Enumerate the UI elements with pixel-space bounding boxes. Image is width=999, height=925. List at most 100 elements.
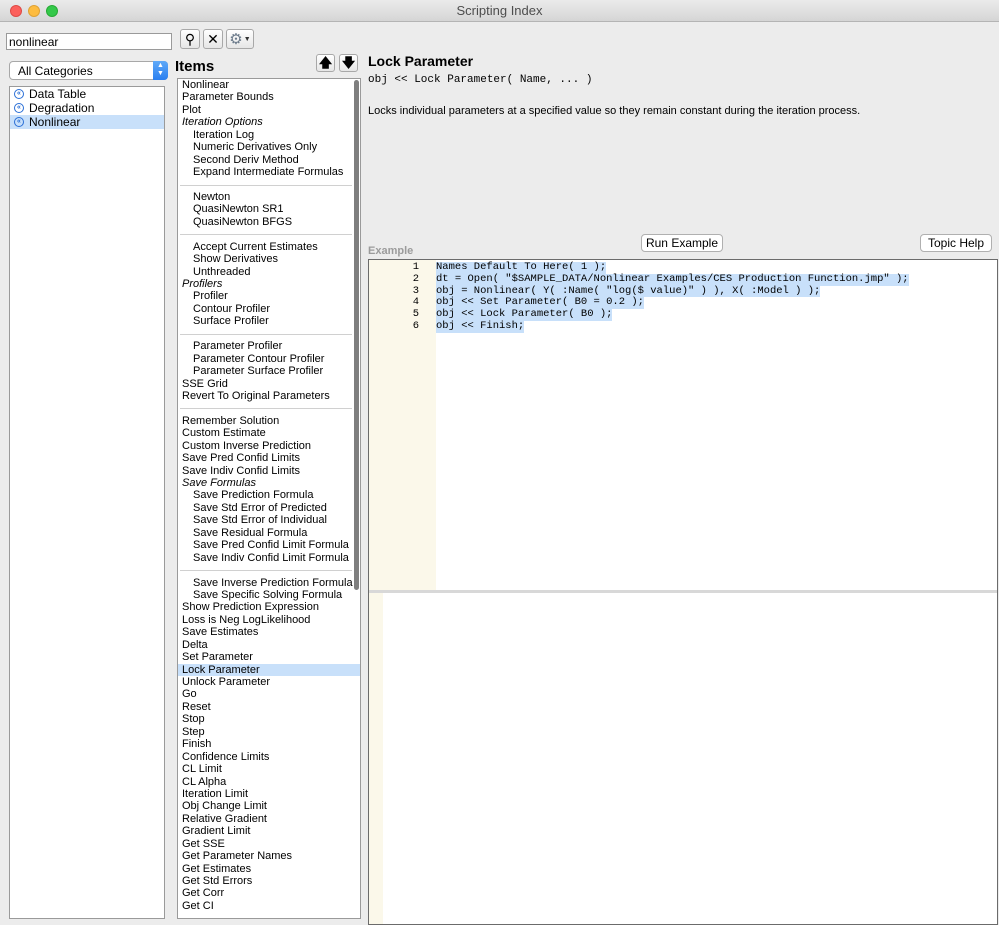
list-item[interactable]: Numeric Derivatives Only [178, 141, 360, 153]
list-item[interactable]: Set Parameter [178, 651, 360, 663]
list-item[interactable]: Relative Gradient [178, 813, 360, 825]
items-list[interactable]: Nonlinear Parameter Bounds Plot Iteration O… [177, 78, 361, 919]
list-item[interactable]: Step [178, 726, 360, 738]
list-item[interactable]: Obj Change Limit [178, 800, 360, 812]
list-item[interactable]: QuasiNewton SR1 [178, 203, 360, 215]
list-item[interactable]: Newton [178, 191, 360, 203]
topic-help-button[interactable]: Topic Help [920, 234, 992, 252]
list-item[interactable]: Parameter Profiler [178, 340, 360, 352]
list-item[interactable]: Get Estimates [178, 863, 360, 875]
topic-description: Locks individual parameters at a specifi… [368, 105, 861, 117]
list-item[interactable]: Save Std Error of Predicted [178, 502, 360, 514]
list-item[interactable]: SSE Grid [178, 378, 360, 390]
search-button[interactable]: ⚲ [180, 29, 200, 49]
list-item[interactable]: Save Residual Formula [178, 527, 360, 539]
list-item[interactable]: Confidence Limits [178, 751, 360, 763]
list-item[interactable]: Save Prediction Formula [178, 489, 360, 501]
category-item-label: Degradation [29, 101, 95, 115]
list-item[interactable]: Get Std Errors [178, 875, 360, 887]
list-group-header: Iteration Options [182, 116, 263, 129]
line-number: 1 [412, 261, 419, 273]
line-number: 2 [412, 272, 419, 285]
list-item[interactable]: Surface Profiler [178, 315, 360, 327]
line-number: 5 [412, 308, 419, 321]
list-item[interactable]: QuasiNewton BFGS [178, 216, 360, 228]
list-item[interactable]: Save Pred Confid Limits [178, 452, 360, 464]
category-item-label: Nonlinear [29, 115, 81, 129]
collapse-icon: « [14, 89, 24, 99]
move-up-button[interactable]: 🡅 [316, 54, 335, 72]
list-item[interactable]: Save Std Error of Individual [178, 514, 360, 526]
list-item[interactable]: CL Limit [178, 763, 360, 775]
list-item[interactable]: Iteration Limit [178, 788, 360, 800]
example-label: Example [368, 245, 414, 257]
run-example-button[interactable]: Run Example [641, 234, 723, 252]
gear-icon: ⚙ [229, 31, 243, 48]
list-item[interactable]: Get Corr [178, 887, 360, 899]
list-item[interactable]: Second Deriv Method [178, 154, 360, 166]
list-item[interactable]: Iteration Log [178, 129, 360, 141]
category-item-label: Data Table [29, 87, 87, 101]
items-heading: Items [175, 58, 215, 75]
list-item[interactable]: Parameter Surface Profiler [178, 365, 360, 377]
clear-search-button[interactable]: ✕ [203, 29, 223, 49]
list-item[interactable]: Save Indiv Confid Limit Formula [178, 552, 360, 564]
options-menu-button[interactable]: ⚙ ▼ [226, 29, 254, 49]
code-text: obj << Finish; [436, 320, 525, 333]
list-item[interactable]: Show Derivatives [178, 253, 360, 265]
list-separator [178, 564, 360, 576]
title-bar: Scripting Index [0, 0, 999, 22]
category-item-degradation[interactable]: « Degradation [10, 101, 164, 115]
list-item[interactable]: Accept Current Estimates [178, 241, 360, 253]
list-item[interactable]: Save Estimates [178, 626, 360, 638]
search-input[interactable] [6, 33, 172, 50]
collapse-icon: « [14, 117, 24, 127]
list-item[interactable]: Get Parameter Names [178, 850, 360, 862]
output-pane[interactable] [368, 593, 998, 925]
list-item[interactable]: Revert To Original Parameters [178, 390, 360, 402]
list-item[interactable]: Unlock Parameter [178, 676, 360, 688]
list-item[interactable]: Reset [178, 701, 360, 713]
items-scrollbar[interactable] [354, 80, 359, 590]
arrow-up-icon: 🡅 [318, 55, 333, 70]
list-item[interactable]: Get CI [178, 900, 360, 912]
list-item[interactable]: CL Alpha [178, 776, 360, 788]
list-item[interactable]: Custom Inverse Prediction [178, 440, 360, 452]
category-item-data-table[interactable]: « Data Table [10, 87, 164, 101]
list-item[interactable]: Nonlinear [178, 79, 360, 91]
code-text: dt = Open( "$SAMPLE_DATA/Nonlinear Examp… [436, 272, 909, 286]
list-item[interactable]: Lock Parameter [178, 663, 360, 676]
chevron-down-icon: ▼ [243, 35, 251, 43]
list-item[interactable]: Parameter Contour Profiler [178, 353, 360, 365]
list-item[interactable]: Get SSE [178, 838, 360, 850]
line-number: 3 [412, 284, 419, 297]
list-item[interactable]: Finish [178, 738, 360, 750]
list-item[interactable]: Save Pred Confid Limit Formula [178, 539, 360, 551]
list-item[interactable]: Save Specific Solving Formula [178, 589, 360, 601]
list-item[interactable]: Save Inverse Prediction Formula [178, 577, 360, 589]
list-item[interactable]: Delta [178, 639, 360, 651]
list-item[interactable]: Contour Profiler [178, 303, 360, 315]
list-item[interactable]: Gradient Limit [178, 825, 360, 837]
list-item[interactable]: Plot [178, 104, 360, 116]
category-list[interactable]: « Data Table « Degradation « Nonlinear [9, 86, 165, 919]
list-item[interactable]: Stop [178, 713, 360, 725]
example-code-editor[interactable]: 1 Names Default To Here( 1 ); 2 dt = Open( … [368, 259, 998, 590]
list-item[interactable]: Unthreaded [178, 266, 360, 278]
list-item[interactable]: Expand Intermediate Formulas [178, 166, 360, 178]
updown-chevron-icon: ▲ ▼ [153, 61, 168, 80]
collapse-icon: « [14, 103, 24, 113]
list-item[interactable]: Go [178, 688, 360, 700]
list-item[interactable]: Save Indiv Confid Limits [178, 465, 360, 477]
list-item[interactable]: Remember Solution [178, 415, 360, 427]
list-item[interactable]: Parameter Bounds [178, 91, 360, 103]
list-item[interactable]: Custom Estimate [178, 427, 360, 439]
category-select[interactable]: All Categories ▲ ▼ [9, 61, 168, 80]
topic-title: Lock Parameter [368, 53, 474, 69]
list-item[interactable]: Profiler [178, 290, 360, 302]
list-item[interactable]: Show Prediction Expression [178, 601, 360, 613]
list-item[interactable]: Loss is Neg LogLikelihood [178, 614, 360, 626]
list-separator [178, 402, 360, 414]
move-down-button[interactable]: 🡇 [339, 54, 358, 72]
category-item-nonlinear[interactable]: « Nonlinear [10, 115, 164, 129]
